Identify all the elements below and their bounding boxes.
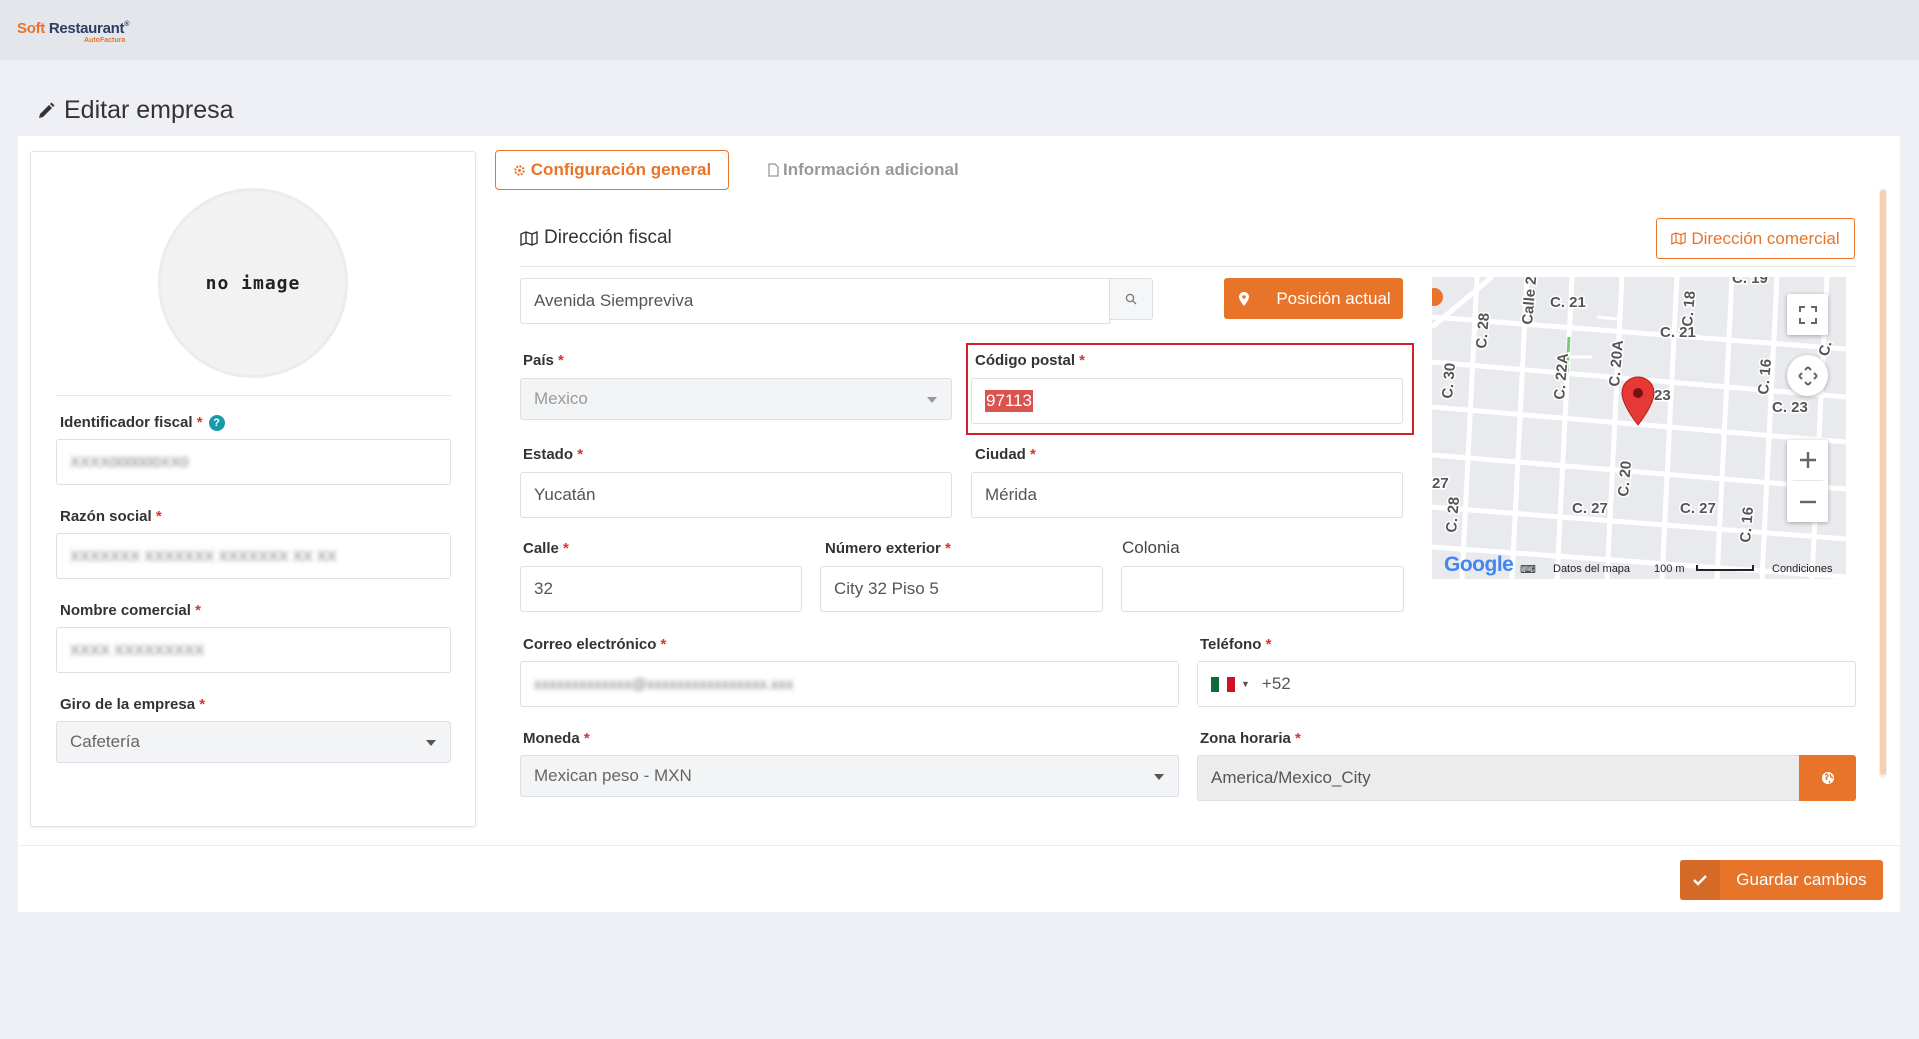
map-street-label: C.: [1815, 339, 1835, 358]
keyboard-icon[interactable]: ⌨: [1520, 563, 1536, 576]
page-title: Editar empresa: [36, 96, 234, 125]
direccion-comercial-button[interactable]: Dirección comercial: [1656, 218, 1855, 259]
pencil-icon: [39, 102, 55, 118]
ciudad-input[interactable]: Mérida: [971, 472, 1403, 518]
estado-input[interactable]: Yucatán: [520, 472, 952, 518]
logo-subtitle: AutoFactura: [84, 37, 126, 44]
fiscal-id-input[interactable]: XXXX000000XX0: [56, 439, 451, 485]
giro-label: Giro de la empresa *: [60, 696, 206, 713]
logo-restaurant-text: Restaurant: [48, 20, 125, 37]
map-street-label: 27: [1432, 475, 1449, 492]
map-street-label: 23: [1654, 387, 1671, 404]
address-search-button[interactable]: [1109, 278, 1153, 320]
map-data-link[interactable]: Datos del mapa: [1553, 563, 1630, 575]
map-scale-bar: [1696, 565, 1754, 571]
colonia-input[interactable]: [1121, 566, 1404, 612]
colonia-label: Colonia: [1122, 538, 1180, 557]
chevron-down-icon[interactable]: ▼: [1241, 679, 1250, 689]
nombre-comercial-input[interactable]: XXXX XXXXXXXXX: [56, 627, 451, 673]
map-street-label: C. 22A: [1551, 352, 1572, 400]
map-marker-icon: [1239, 291, 1249, 306]
zoom-in-icon[interactable]: [1792, 440, 1823, 481]
footer-divider: [18, 845, 1900, 846]
tab-configuracion-general[interactable]: Configuración general: [495, 150, 729, 190]
logo-soft-text: Soft: [17, 20, 49, 37]
zona-horaria-label: Zona horaria *: [1200, 730, 1301, 747]
razon-social-label: Razón social *: [60, 508, 162, 525]
calle-label: Calle *: [523, 540, 569, 557]
map-street-label: C. 20: [1615, 460, 1635, 497]
top-bar: Soft Restaurant® AutoFactura: [0, 0, 1919, 60]
map-street-label: C. 18: [1679, 290, 1699, 327]
file-icon: [768, 163, 779, 177]
numero-exterior-label: Número exterior *: [825, 540, 951, 557]
map-street-label: C. 16: [1737, 506, 1757, 543]
map-street-label: C. 16: [1755, 358, 1775, 395]
telefono-label: Teléfono *: [1200, 636, 1272, 653]
calle-input[interactable]: 32: [520, 566, 802, 612]
globe-icon: [1821, 772, 1834, 784]
map-streets: C. 28 Calle 2 C. 21 C. 18 C. 19 C. 21 C.…: [1432, 277, 1846, 579]
moneda-label: Moneda *: [523, 730, 590, 747]
map-street-label: C. 30: [1439, 362, 1459, 399]
timezone-detect-button[interactable]: [1799, 755, 1856, 801]
pais-select[interactable]: Mexico: [520, 378, 952, 420]
mexico-flag-icon[interactable]: [1211, 676, 1235, 692]
estado-label: Estado *: [523, 446, 584, 463]
section-divider: [520, 266, 1856, 267]
pan-icon[interactable]: [1787, 355, 1828, 396]
map-footer: ⌨ Datos del mapa 100 m Condiciones: [1432, 559, 1846, 579]
left-divider: [56, 395, 451, 396]
map-street-label: C. 23: [1772, 399, 1808, 416]
avatar-placeholder-text: no image: [205, 272, 301, 294]
map-street-label: C. 27: [1680, 500, 1716, 517]
nombre-comercial-label: Nombre comercial *: [60, 602, 201, 619]
telefono-input[interactable]: ▼ +52: [1197, 661, 1856, 707]
map-street-label: C. 28: [1443, 496, 1463, 533]
map-icon: [1671, 232, 1687, 245]
scrollbar-thumb[interactable]: [1880, 190, 1886, 775]
help-icon[interactable]: ?: [208, 415, 225, 431]
map-icon: [520, 230, 538, 246]
check-icon: [1693, 875, 1707, 886]
map-pin-icon[interactable]: [1621, 376, 1655, 426]
map-scale-label: 100 m: [1654, 563, 1685, 575]
map-street-label: Calle 2: [1519, 277, 1540, 325]
razon-social-input[interactable]: XXXXXXX XXXXXXX XXXXXXX XX XX: [56, 533, 451, 579]
fullscreen-icon[interactable]: [1787, 294, 1828, 335]
section-title: Dirección fiscal: [520, 227, 672, 249]
fiscal-id-label: Identificador fiscal *?: [60, 414, 225, 431]
correo-input[interactable]: xxxxxxxxxxxxx@xxxxxxxxxxxxxxxx.xxx: [520, 661, 1179, 707]
map-street-label: C. 21: [1660, 324, 1696, 341]
map-terms-link[interactable]: Condiciones: [1772, 563, 1833, 575]
giro-select[interactable]: Cafetería: [56, 721, 451, 763]
location-map[interactable]: C. 28 Calle 2 C. 21 C. 18 C. 19 C. 21 C.…: [1432, 277, 1846, 579]
logo-tm: ®: [124, 21, 130, 28]
tab-informacion-adicional[interactable]: Información adicional: [768, 150, 959, 190]
codigo-postal-highlight: [966, 343, 1414, 435]
map-street-label: C. 28: [1473, 312, 1493, 349]
search-icon: [1125, 293, 1137, 305]
correo-label: Correo electrónico *: [523, 636, 667, 653]
guardar-cambios-button[interactable]: Guardar cambios: [1680, 860, 1883, 900]
zoom-out-icon[interactable]: [1799, 481, 1817, 522]
moneda-select[interactable]: Mexican peso - MXN: [520, 755, 1179, 797]
zoom-control[interactable]: [1787, 440, 1828, 522]
page-title-text: Editar empresa: [64, 96, 234, 124]
posicion-actual-button[interactable]: Posición actual: [1224, 278, 1403, 319]
map-street-label: C. 21: [1550, 294, 1586, 311]
numero-exterior-input[interactable]: City 32 Piso 5: [820, 566, 1103, 612]
map-street-label: C. 27: [1572, 500, 1608, 517]
company-logo-upload[interactable]: no image: [158, 188, 348, 378]
app-logo[interactable]: Soft Restaurant® AutoFactura: [17, 21, 129, 44]
ciudad-label: Ciudad *: [975, 446, 1036, 463]
pais-label: País *: [523, 352, 564, 369]
zona-horaria-input[interactable]: America/Mexico_City: [1197, 755, 1800, 801]
gear-icon: [514, 164, 525, 176]
map-street-label: C. 19: [1732, 277, 1768, 287]
address-search-input[interactable]: Avenida Siempreviva: [520, 278, 1110, 324]
